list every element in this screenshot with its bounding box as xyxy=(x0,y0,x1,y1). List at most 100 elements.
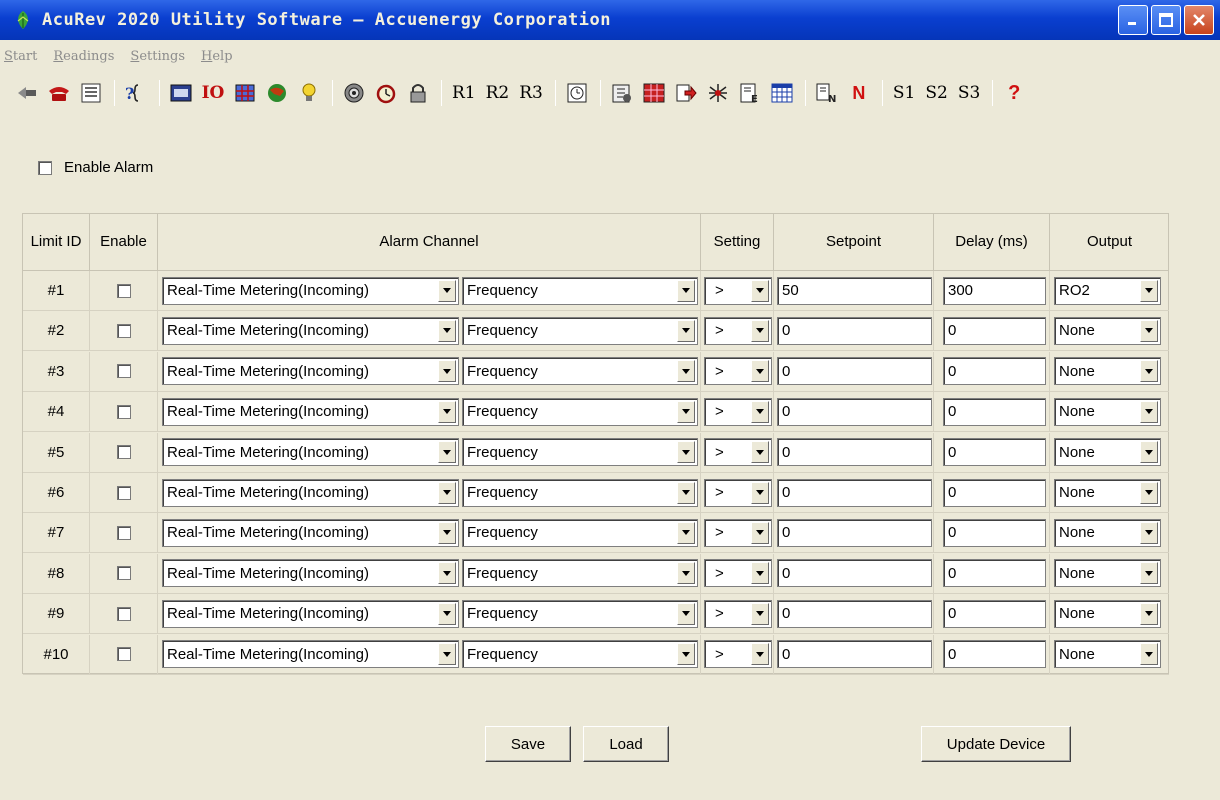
output-select[interactable]: None xyxy=(1054,438,1161,467)
menu-start[interactable]: Start xyxy=(4,49,37,64)
setpoint-input[interactable]: 0 xyxy=(777,357,932,386)
output-select[interactable]: RO2 xyxy=(1054,276,1161,305)
chevron-down-icon[interactable] xyxy=(1140,360,1158,383)
chevron-down-icon[interactable] xyxy=(677,279,695,302)
channel-select[interactable]: Real-Time Metering(Incoming) xyxy=(162,276,459,305)
delay-input[interactable]: 0 xyxy=(943,599,1046,628)
energy-report-icon[interactable]: E xyxy=(737,80,763,106)
phone-connect-icon[interactable] xyxy=(46,80,72,106)
channel-select[interactable]: Real-Time Metering(Incoming) xyxy=(162,316,459,345)
setting-select[interactable]: > xyxy=(704,478,772,507)
exit-icon[interactable] xyxy=(14,80,40,106)
output-select[interactable]: None xyxy=(1054,518,1161,547)
row-enable-checkbox[interactable] xyxy=(116,647,131,662)
parameter-select[interactable]: Frequency xyxy=(462,276,698,305)
channel-select[interactable]: Real-Time Metering(Incoming) xyxy=(162,478,459,507)
update-device-button[interactable]: Update Device xyxy=(921,726,1071,762)
setting-select[interactable]: > xyxy=(704,397,772,426)
row-enable-checkbox[interactable] xyxy=(116,606,131,621)
enable-alarm-checkbox[interactable] xyxy=(38,160,52,175)
n-icon[interactable]: N xyxy=(846,80,872,106)
chevron-down-icon[interactable] xyxy=(677,521,695,544)
parameter-select[interactable]: Frequency xyxy=(462,518,698,547)
chevron-down-icon[interactable] xyxy=(677,360,695,383)
chevron-down-icon[interactable] xyxy=(677,562,695,585)
chevron-down-icon[interactable] xyxy=(1140,319,1158,342)
output-select[interactable]: None xyxy=(1054,478,1161,507)
delay-input[interactable]: 0 xyxy=(943,640,1046,669)
device-info-icon[interactable] xyxy=(78,80,104,106)
parameter-select[interactable]: Frequency xyxy=(462,640,698,669)
minimize-button[interactable] xyxy=(1118,5,1148,35)
delay-input[interactable]: 300 xyxy=(943,276,1046,305)
chevron-down-icon[interactable] xyxy=(438,319,456,342)
delay-input[interactable]: 0 xyxy=(943,438,1046,467)
menu-help[interactable]: Help xyxy=(201,49,233,64)
channel-select[interactable]: Real-Time Metering(Incoming) xyxy=(162,559,459,588)
chevron-down-icon[interactable] xyxy=(438,643,456,666)
parameter-select[interactable]: Frequency xyxy=(462,478,698,507)
setting-select[interactable]: > xyxy=(704,559,772,588)
delay-input[interactable]: 0 xyxy=(943,357,1046,386)
delay-input[interactable]: 0 xyxy=(943,478,1046,507)
chevron-down-icon[interactable] xyxy=(677,643,695,666)
parameter-select[interactable]: Frequency xyxy=(462,438,698,467)
chevron-down-icon[interactable] xyxy=(677,481,695,504)
bulb-icon[interactable] xyxy=(296,80,322,106)
setting-select[interactable]: > xyxy=(704,640,772,669)
channel-select[interactable]: Real-Time Metering(Incoming) xyxy=(162,518,459,547)
setpoint-input[interactable]: 0 xyxy=(777,518,932,547)
chevron-down-icon[interactable] xyxy=(1140,643,1158,666)
save-button[interactable]: Save xyxy=(485,726,571,762)
chevron-down-icon[interactable] xyxy=(438,400,456,423)
chevron-down-icon[interactable] xyxy=(677,400,695,423)
table-icon[interactable] xyxy=(641,80,667,106)
row-enable-checkbox[interactable] xyxy=(116,485,131,500)
meter-display-icon[interactable] xyxy=(168,80,194,106)
row-enable-checkbox[interactable] xyxy=(116,445,131,460)
setpoint-input[interactable]: 0 xyxy=(777,559,932,588)
parameter-select[interactable]: Frequency xyxy=(462,316,698,345)
lock-icon[interactable] xyxy=(405,80,431,106)
en-icon[interactable]: N xyxy=(814,80,840,106)
parameter-select[interactable]: Frequency xyxy=(462,559,698,588)
channel-select[interactable]: Real-Time Metering(Incoming) xyxy=(162,640,459,669)
row-enable-checkbox[interactable] xyxy=(116,525,131,540)
setting-select[interactable]: > xyxy=(704,438,772,467)
setpoint-input[interactable]: 0 xyxy=(777,599,932,628)
output-select[interactable]: None xyxy=(1054,316,1161,345)
parameter-select[interactable]: Frequency xyxy=(462,599,698,628)
setting-select[interactable]: > xyxy=(704,518,772,547)
channel-select[interactable]: Real-Time Metering(Incoming) xyxy=(162,397,459,426)
chevron-down-icon[interactable] xyxy=(677,319,695,342)
chevron-down-icon[interactable] xyxy=(751,481,769,504)
r1-icon[interactable]: R1 xyxy=(450,80,478,106)
r3-icon[interactable]: R3 xyxy=(517,80,545,106)
row-enable-checkbox[interactable] xyxy=(116,323,131,338)
export-arrow-icon[interactable] xyxy=(673,80,699,106)
chevron-down-icon[interactable] xyxy=(1140,441,1158,464)
output-select[interactable]: None xyxy=(1054,640,1161,669)
setpoint-input[interactable]: 0 xyxy=(777,397,932,426)
chevron-down-icon[interactable] xyxy=(1140,521,1158,544)
load-button[interactable]: Load xyxy=(583,726,669,762)
alarm-clock-icon[interactable] xyxy=(373,80,399,106)
grid-icon[interactable] xyxy=(232,80,258,106)
clock-icon[interactable] xyxy=(564,80,590,106)
chevron-down-icon[interactable] xyxy=(677,441,695,464)
setpoint-input[interactable]: 0 xyxy=(777,478,932,507)
output-select[interactable]: None xyxy=(1054,357,1161,386)
chevron-down-icon[interactable] xyxy=(751,279,769,302)
help-icon[interactable]: ? xyxy=(1001,80,1027,106)
menu-settings[interactable]: Settings xyxy=(130,49,185,64)
io-icon[interactable]: IO xyxy=(200,80,226,106)
chevron-down-icon[interactable] xyxy=(438,481,456,504)
delay-input[interactable]: 0 xyxy=(943,518,1046,547)
s2-icon[interactable]: S2 xyxy=(923,80,949,106)
chevron-down-icon[interactable] xyxy=(751,521,769,544)
chevron-down-icon[interactable] xyxy=(1140,400,1158,423)
chevron-down-icon[interactable] xyxy=(751,319,769,342)
calendar-grid-icon[interactable] xyxy=(769,80,795,106)
setting-select[interactable]: > xyxy=(704,599,772,628)
chevron-down-icon[interactable] xyxy=(677,602,695,625)
